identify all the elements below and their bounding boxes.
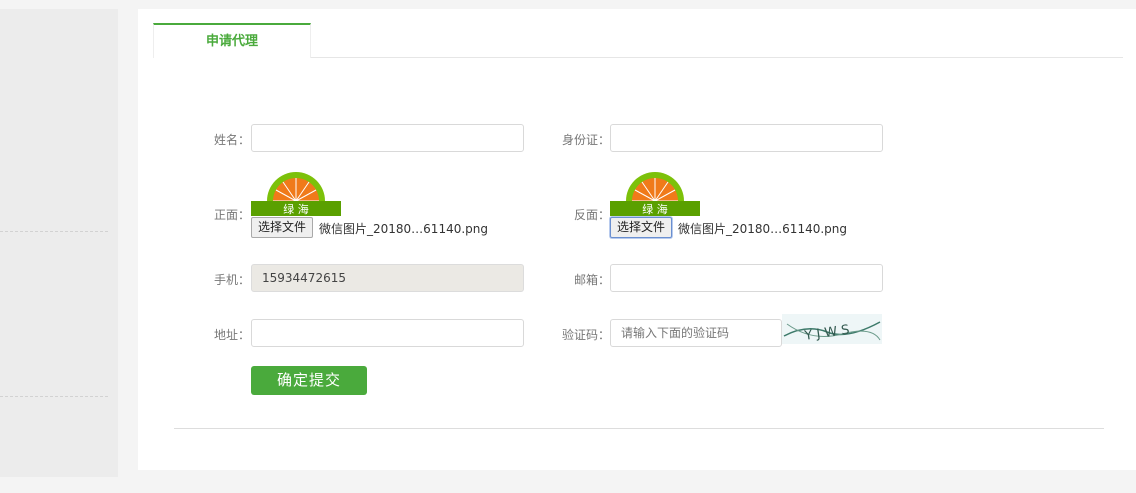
sidebar-item-settings[interactable]: 设置 bbox=[0, 340, 108, 366]
main-panel: 申请代理 姓名： 身份证： 正面： 绿 海 选择文件 微信图片_20180…61… bbox=[138, 9, 1136, 470]
bottom-divider bbox=[174, 428, 1104, 429]
sidebar-group-title: 中心 bbox=[0, 19, 108, 45]
sidebar-item-agent[interactable]: 理商 bbox=[0, 201, 108, 227]
email-input[interactable] bbox=[610, 264, 883, 292]
tab-apply-agent[interactable]: 申请代理 bbox=[153, 23, 311, 58]
sidebar-divider bbox=[0, 396, 108, 397]
sidebar-divider bbox=[0, 231, 108, 232]
logo-text: 绿 海 bbox=[642, 202, 668, 216]
name-label: 姓名： bbox=[213, 133, 250, 147]
sidebar-group-title: 中心 bbox=[0, 236, 108, 262]
address-label: 地址： bbox=[213, 328, 250, 342]
phone-label: 手机： bbox=[213, 273, 250, 287]
back-label: 反面： bbox=[573, 208, 610, 222]
sidebar-item-reviews[interactable]: 评价 bbox=[0, 71, 108, 97]
sidebar-item-profile[interactable]: 信息 bbox=[0, 262, 108, 288]
back-file-button[interactable]: 选择文件 bbox=[610, 217, 673, 238]
captcha-label: 验证码： bbox=[561, 328, 610, 342]
phone-input[interactable] bbox=[251, 264, 524, 292]
address-input[interactable] bbox=[251, 319, 524, 347]
front-file-button[interactable]: 选择文件 bbox=[251, 217, 314, 238]
sidebar-item-favorites[interactable]: 收藏 bbox=[0, 149, 108, 175]
logo-text: 绿 海 bbox=[283, 202, 309, 216]
sidebar-item-withdraw[interactable]: 提现 bbox=[0, 175, 108, 201]
sidebar-group-3: 中心 管理 bbox=[0, 401, 108, 453]
sidebar-group-title: 中心 bbox=[0, 401, 108, 427]
front-label: 正面： bbox=[213, 208, 250, 222]
front-preview-logo: 绿 海 bbox=[251, 170, 341, 216]
email-label: 邮箱： bbox=[573, 273, 610, 287]
front-file-name: 微信图片_20180…61140.png bbox=[319, 222, 489, 236]
sidebar: 中心 订单 评价 券 积分 收藏 提现 理商 中心 信息 通知 管理 设置 余额… bbox=[0, 9, 118, 477]
sidebar-item-points[interactable]: 积分 bbox=[0, 123, 108, 149]
sidebar-item-coupons[interactable]: 券 bbox=[0, 97, 108, 123]
captcha-image[interactable]: Y J W S bbox=[782, 314, 882, 344]
sidebar-group-2: 中心 信息 通知 管理 设置 余额 bbox=[0, 236, 108, 392]
idcard-input[interactable] bbox=[610, 124, 883, 152]
idcard-label: 身份证： bbox=[561, 133, 610, 147]
sidebar-item-orders[interactable]: 订单 bbox=[0, 45, 108, 71]
sidebar-item-notifications[interactable]: 通知 bbox=[0, 288, 108, 314]
submit-button[interactable]: 确定提交 bbox=[251, 366, 367, 395]
back-preview-logo: 绿 海 bbox=[610, 170, 700, 216]
back-file-name: 微信图片_20180…61140.png bbox=[678, 222, 848, 236]
sidebar-group-1: 中心 订单 评价 券 积分 收藏 提现 理商 bbox=[0, 19, 108, 227]
sidebar-item-balance[interactable]: 余额 bbox=[0, 366, 108, 392]
sidebar-item-manage[interactable]: 管理 bbox=[0, 427, 108, 453]
captcha-input[interactable] bbox=[610, 319, 782, 347]
sidebar-item-address-manage[interactable]: 管理 bbox=[0, 314, 108, 340]
tab-bar: 申请代理 bbox=[153, 23, 1123, 58]
name-input[interactable] bbox=[251, 124, 524, 152]
captcha-text: Y J W S bbox=[803, 323, 851, 344]
